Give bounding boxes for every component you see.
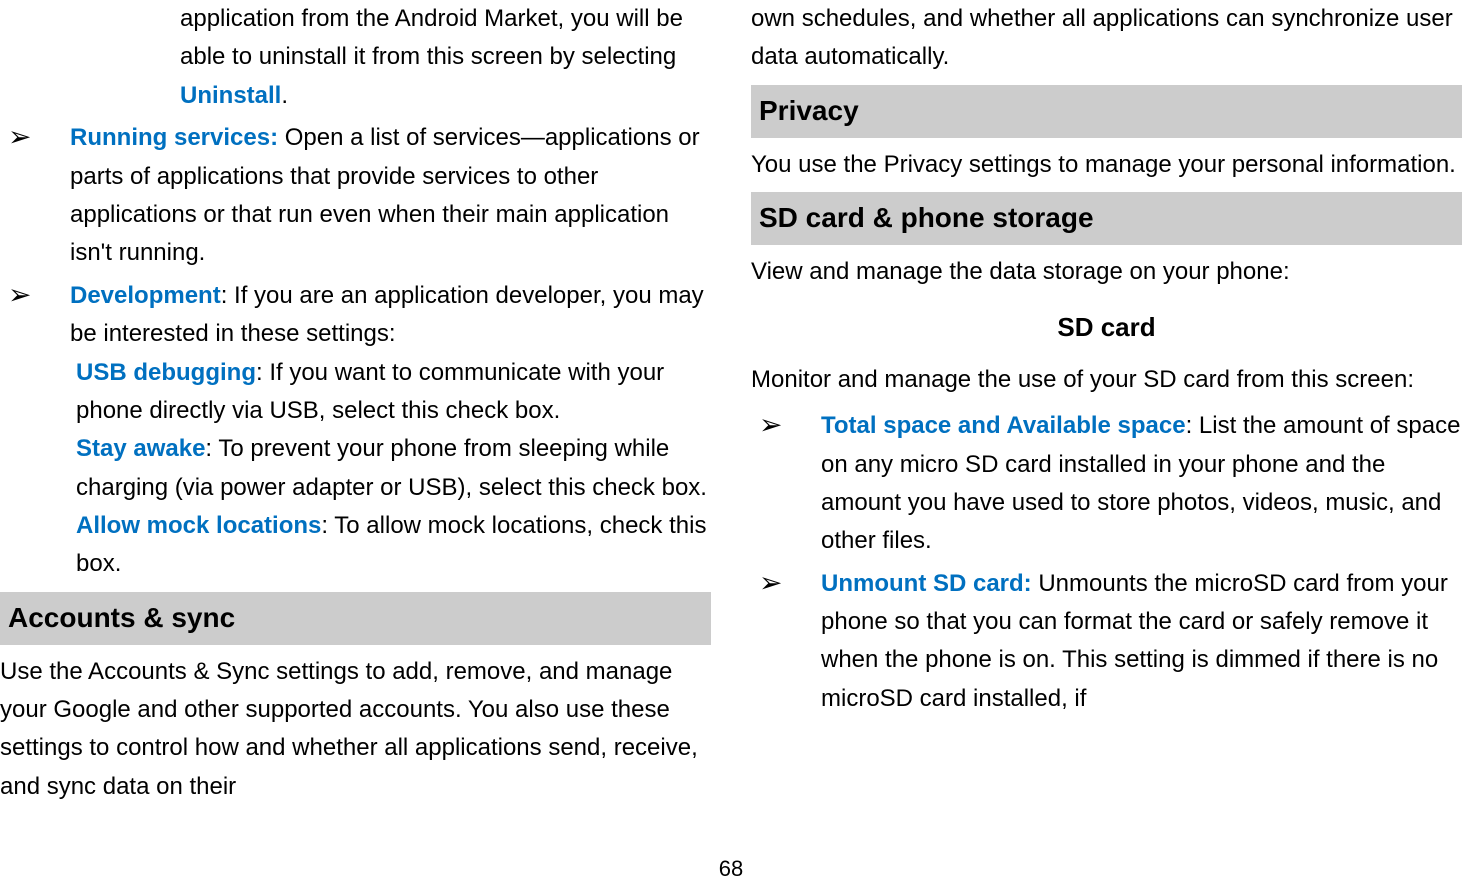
running-services-content: Running services: Open a list of service… xyxy=(70,119,711,273)
accounts-sync-text: Use the Accounts & Sync settings to add,… xyxy=(0,653,711,807)
allow-mock: Allow mock locations: To allow mock loca… xyxy=(70,507,711,584)
privacy-heading: Privacy xyxy=(751,85,1462,138)
development-label: Development xyxy=(70,282,221,309)
left-column: application from the Android Market, you… xyxy=(0,0,711,814)
privacy-text: You use the Privacy settings to manage y… xyxy=(751,146,1462,184)
continuation-body: application from the Android Market, you… xyxy=(180,5,683,70)
running-services-label: Running services: xyxy=(70,124,278,151)
stay-awake: Stay awake: To prevent your phone from s… xyxy=(70,430,711,507)
two-column-layout: application from the Android Market, you… xyxy=(0,0,1462,814)
usb-label: USB debugging xyxy=(76,359,256,386)
storage-text: View and manage the data storage on your… xyxy=(751,253,1462,291)
continuation-suffix: . xyxy=(281,82,288,109)
stay-label: Stay awake xyxy=(76,435,205,462)
usb-debugging: USB debugging: If you want to communicat… xyxy=(70,354,711,431)
storage-heading: SD card & phone storage xyxy=(751,192,1462,245)
sdcard-text: Monitor and manage the use of your SD ca… xyxy=(751,361,1462,399)
page-number: 68 xyxy=(719,851,743,886)
bullet-icon: ➢ xyxy=(751,565,821,601)
mock-label: Allow mock locations xyxy=(76,512,321,539)
total-space-item: ➢ Total space and Available space: List … xyxy=(751,407,1462,561)
accounts-sync-heading: Accounts & sync xyxy=(0,592,711,645)
development-item: ➢ Development: If you are an application… xyxy=(0,277,711,584)
bullet-icon: ➢ xyxy=(751,407,821,443)
right-continuation: own schedules, and whether all applicati… xyxy=(751,0,1462,77)
total-space-label: Total space and Available space xyxy=(821,412,1186,439)
right-column: own schedules, and whether all applicati… xyxy=(751,0,1462,814)
development-content: Development: If you are an application d… xyxy=(70,277,711,584)
sdcard-subheading: SD card xyxy=(751,307,1462,349)
unmount-content: Unmount SD card: Unmounts the microSD ca… xyxy=(821,565,1462,719)
uninstall-term: Uninstall xyxy=(180,82,281,109)
continuation-text: application from the Android Market, you… xyxy=(0,0,711,115)
running-services-item: ➢ Running services: Open a list of servi… xyxy=(0,119,711,273)
unmount-item: ➢ Unmount SD card: Unmounts the microSD … xyxy=(751,565,1462,719)
total-space-content: Total space and Available space: List th… xyxy=(821,407,1462,561)
bullet-icon: ➢ xyxy=(0,277,70,313)
bullet-icon: ➢ xyxy=(0,119,70,155)
unmount-label: Unmount SD card: xyxy=(821,570,1032,597)
